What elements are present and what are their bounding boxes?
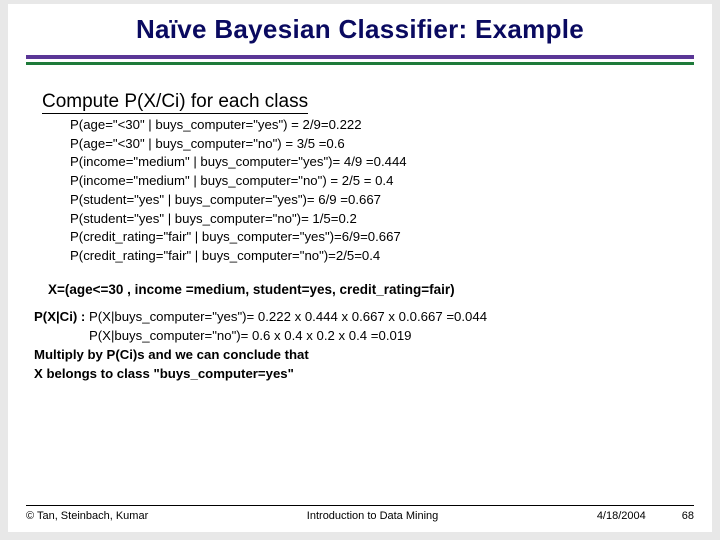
prob-line: P(student="yes" | buys_computer="yes")= …	[70, 191, 684, 210]
prob-line: P(credit_rating="fair" | buys_computer="…	[70, 247, 684, 266]
calc-conclusion-2: X belongs to class "buys_computer=yes"	[34, 364, 684, 383]
calc-indent	[34, 328, 89, 343]
section-heading-text: Compute P(X/Ci) for each class	[42, 91, 308, 114]
footer-authors: © Tan, Steinbach, Kumar	[26, 510, 148, 522]
calc-yes: P(X|buys_computer="yes")= 0.222 x 0.444 …	[89, 309, 487, 324]
prob-line: P(income="medium" | buys_computer="yes")…	[70, 153, 684, 172]
calculation-block: P(X|Ci) : P(X|buys_computer="yes")= 0.22…	[34, 307, 684, 384]
calc-no-line: P(X|buys_computer="no")= 0.6 x 0.4 x 0.2…	[34, 326, 684, 345]
calc-no: P(X|buys_computer="no")= 0.6 x 0.4 x 0.2…	[89, 328, 412, 343]
prob-line: P(age="<30" | buys_computer="yes") = 2/9…	[70, 116, 684, 135]
prob-line: P(age="<30" | buys_computer="no") = 3/5 …	[70, 135, 684, 154]
x-instance: X=(age<=30 , income =medium, student=yes…	[48, 282, 684, 297]
prob-line: P(student="yes" | buys_computer="no")= 1…	[70, 210, 684, 229]
section-heading: Compute P(X/Ci) for each class	[42, 91, 684, 114]
pxci-label: P(X|Ci) :	[34, 309, 89, 324]
slide-body: Compute P(X/Ci) for each class P(age="<3…	[8, 65, 712, 383]
footer-rule	[26, 505, 694, 506]
title-rule	[26, 55, 694, 65]
slide: Naïve Bayesian Classifier: Example Compu…	[8, 4, 712, 532]
footer-date: 4/18/2004	[597, 510, 646, 522]
footer-row: © Tan, Steinbach, Kumar Introduction to …	[8, 510, 712, 522]
calc-conclusion-1: Multiply by P(Ci)s and we can conclude t…	[34, 345, 684, 364]
rule-purple	[26, 55, 694, 59]
prob-line: P(income="medium" | buys_computer="no") …	[70, 172, 684, 191]
slide-footer: © Tan, Steinbach, Kumar Introduction to …	[8, 505, 712, 522]
footer-page: 68	[682, 510, 694, 522]
probability-list: P(age="<30" | buys_computer="yes") = 2/9…	[70, 116, 684, 266]
footer-title: Introduction to Data Mining	[148, 510, 597, 522]
slide-title: Naïve Bayesian Classifier: Example	[8, 14, 712, 45]
calc-yes-line: P(X|Ci) : P(X|buys_computer="yes")= 0.22…	[34, 307, 684, 326]
prob-line: P(credit_rating="fair" | buys_computer="…	[70, 228, 684, 247]
